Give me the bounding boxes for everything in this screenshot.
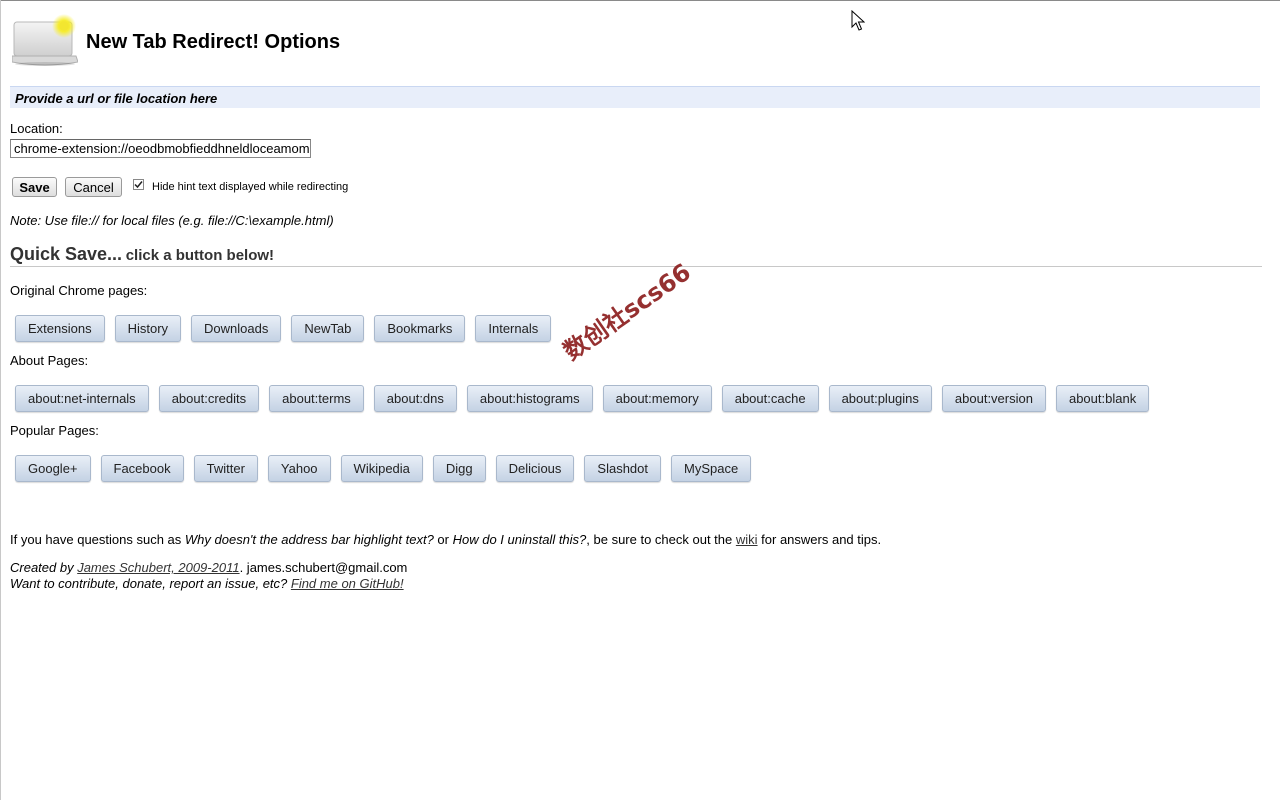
- quick-button-about-histograms[interactable]: about:histograms: [466, 385, 593, 412]
- quick-save-title: Quick Save...: [10, 244, 123, 264]
- location-input[interactable]: chrome-extension://oeodbmobfieddhneldloc…: [10, 139, 311, 158]
- quick-button-facebook[interactable]: Facebook: [100, 455, 184, 482]
- page-title: New Tab Redirect! Options: [86, 31, 341, 53]
- window-top-border: [0, 0, 1280, 1]
- popular-pages-buttons: Google+ Facebook Twitter Yahoo Wikipedia…: [15, 455, 752, 482]
- quick-button-about-net-internals[interactable]: about:net-internals: [15, 385, 149, 412]
- quick-button-history[interactable]: History: [114, 315, 182, 342]
- help-question-2: How do I uninstall this?: [452, 532, 587, 547]
- wiki-link[interactable]: wiki: [736, 532, 758, 547]
- quick-button-internals[interactable]: Internals: [475, 315, 552, 342]
- window-left-border: [0, 0, 1, 800]
- quick-button-delicious[interactable]: Delicious: [495, 455, 575, 482]
- quick-button-downloads[interactable]: Downloads: [191, 315, 282, 342]
- about-pages-label: About Pages:: [10, 353, 89, 368]
- quick-button-yahoo[interactable]: Yahoo: [267, 455, 331, 482]
- quick-button-wikipedia[interactable]: Wikipedia: [340, 455, 423, 482]
- location-label: Location:: [10, 121, 63, 136]
- help-text: If you have questions such as Why doesn'…: [10, 532, 881, 547]
- quick-button-about-version[interactable]: about:version: [941, 385, 1046, 412]
- chrome-pages-buttons: Extensions History Downloads NewTab Book…: [15, 315, 552, 342]
- quick-button-about-dns[interactable]: about:dns: [373, 385, 457, 412]
- author-link[interactable]: James Schubert, 2009-2011: [77, 560, 239, 575]
- quick-button-extensions[interactable]: Extensions: [15, 315, 105, 342]
- help-mid: or: [433, 532, 453, 547]
- watermark-text: 数创社scs66: [558, 257, 696, 366]
- mouse-cursor-icon: [851, 10, 865, 31]
- quick-button-bookmarks[interactable]: Bookmarks: [374, 315, 466, 342]
- about-pages-buttons: about:net-internals about:credits about:…: [15, 385, 1150, 412]
- help-suffix: for answers and tips.: [757, 532, 882, 547]
- help-mid-2: , be sure to check out the: [586, 532, 736, 547]
- quick-button-google-plus[interactable]: Google+: [15, 455, 91, 482]
- quick-button-about-blank[interactable]: about:blank: [1055, 385, 1150, 412]
- quick-button-about-cache[interactable]: about:cache: [721, 385, 819, 412]
- save-button[interactable]: Save: [12, 177, 57, 197]
- cancel-button[interactable]: Cancel: [65, 177, 122, 197]
- local-files-note: Note: Use file:// for local files (e.g. …: [10, 213, 334, 228]
- contribute-line: Want to contribute, donate, report an is…: [10, 576, 404, 591]
- contribute-prefix: Want to contribute, donate, report an is…: [10, 576, 291, 591]
- quick-button-digg[interactable]: Digg: [432, 455, 486, 482]
- section-title: Provide a url or file location here: [15, 91, 218, 106]
- hide-hint-checkbox[interactable]: [133, 179, 144, 193]
- quick-button-about-plugins[interactable]: about:plugins: [828, 385, 932, 412]
- quick-button-about-credits[interactable]: about:credits: [158, 385, 260, 412]
- help-question-1: Why doesn't the address bar highlight te…: [184, 532, 434, 547]
- help-prefix: If you have questions such as: [10, 532, 185, 547]
- laptop-with-glowing-bulb-icon: [12, 14, 78, 66]
- github-link[interactable]: Find me on GitHub!: [291, 576, 404, 591]
- quick-button-myspace[interactable]: MySpace: [671, 455, 752, 482]
- quick-button-slashdot[interactable]: Slashdot: [584, 455, 661, 482]
- quick-button-twitter[interactable]: Twitter: [193, 455, 258, 482]
- quick-button-about-memory[interactable]: about:memory: [602, 385, 712, 412]
- popular-pages-label: Popular Pages:: [10, 423, 99, 438]
- section-header: Provide a url or file location here: [10, 86, 1260, 108]
- created-by-prefix: Created by: [10, 560, 78, 575]
- chrome-pages-label: Original Chrome pages:: [10, 283, 148, 298]
- quick-button-newtab[interactable]: NewTab: [291, 315, 365, 342]
- author-email: . james.schubert@gmail.com: [239, 560, 408, 575]
- checkmark-icon: [133, 179, 144, 190]
- quick-save-subtitle: click a button below!: [125, 247, 275, 264]
- created-by-line: Created by James Schubert, 2009-2011. ja…: [10, 560, 407, 575]
- hide-hint-label[interactable]: Hide hint text displayed while redirecti…: [152, 181, 348, 193]
- quick-button-about-terms[interactable]: about:terms: [269, 385, 364, 412]
- quick-save-heading: Quick Save... click a button below!: [10, 244, 1262, 267]
